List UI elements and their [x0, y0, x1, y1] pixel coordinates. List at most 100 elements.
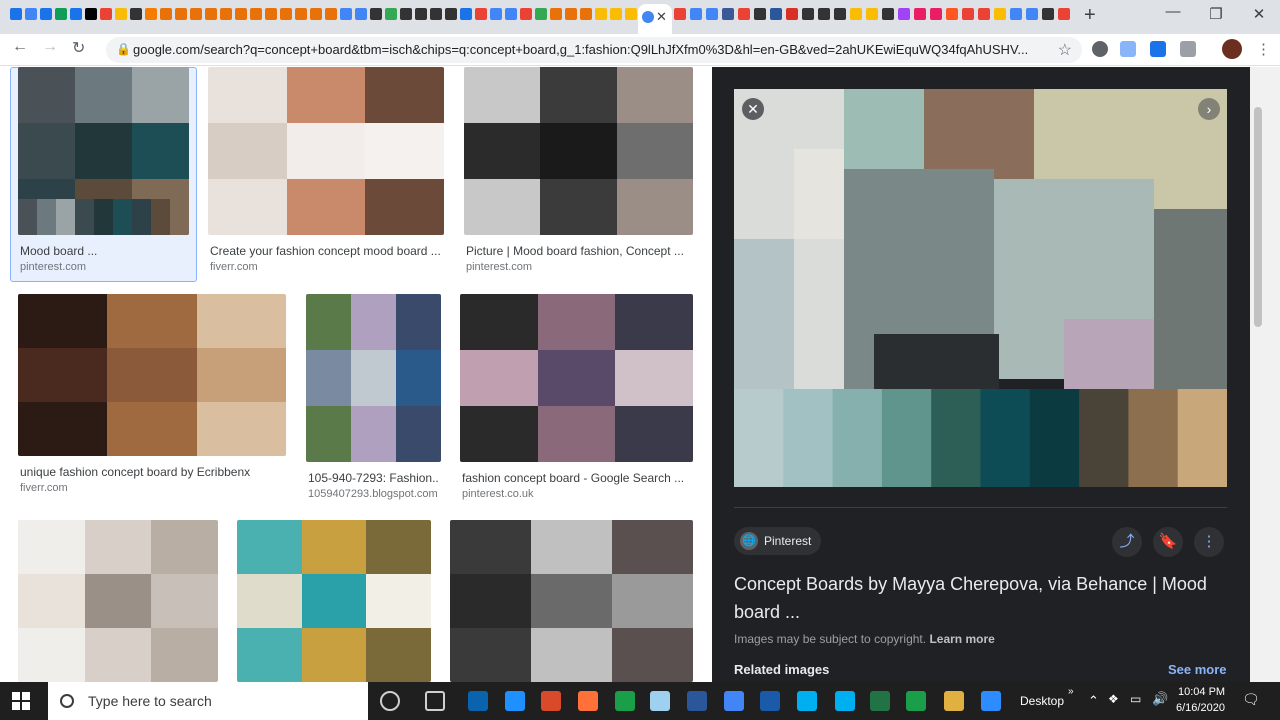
browser-tab[interactable]: [218, 6, 234, 24]
browser-tab[interactable]: [308, 6, 324, 24]
browser-tab[interactable]: [880, 6, 896, 24]
notifications-icon[interactable]: 🗨: [1242, 691, 1260, 708]
taskbar-app-icon[interactable]: [981, 691, 1001, 711]
url-text[interactable]: google.com/search?q=concept+board&tbm=is…: [133, 42, 1053, 57]
taskbar-app-icon[interactable]: [944, 691, 964, 711]
browser-tab[interactable]: [248, 6, 264, 24]
result-thumbnail[interactable]: [18, 67, 189, 235]
result-thumbnail[interactable]: [306, 294, 441, 462]
browser-tab[interactable]: [38, 6, 54, 24]
browser-tab[interactable]: [578, 6, 594, 24]
extension-icon[interactable]: [1092, 41, 1108, 57]
windows-start-icon[interactable]: [12, 692, 30, 710]
browser-tab[interactable]: [203, 6, 219, 24]
browser-tab[interactable]: [608, 6, 624, 24]
browser-tab[interactable]: [1040, 6, 1056, 24]
browser-tab[interactable]: [458, 6, 474, 24]
browser-tab[interactable]: [832, 6, 848, 24]
browser-tab[interactable]: [976, 6, 992, 24]
result-thumbnail[interactable]: [464, 67, 693, 235]
share-button[interactable]: ⤴: [1112, 527, 1142, 557]
browser-tab[interactable]: [992, 6, 1008, 24]
browser-tab[interactable]: [398, 6, 414, 24]
minimize-button[interactable]: —: [1150, 3, 1196, 20]
browser-tab[interactable]: [353, 6, 369, 24]
taskbar-app-icon[interactable]: [724, 691, 744, 711]
browser-tab[interactable]: [503, 6, 519, 24]
reload-button[interactable]: ↻: [72, 38, 85, 58]
browser-tab[interactable]: [428, 6, 444, 24]
profile-avatar[interactable]: [1222, 39, 1242, 59]
browser-tab[interactable]: [960, 6, 976, 24]
taskbar-app-icon[interactable]: [687, 691, 707, 711]
browser-tab[interactable]: [752, 6, 768, 24]
taskbar-app-icon[interactable]: [541, 691, 561, 711]
preview-image[interactable]: [734, 89, 1227, 487]
browser-tab[interactable]: [98, 6, 114, 24]
browser-tab[interactable]: [720, 6, 736, 24]
source-chip[interactable]: 🌐 Pinterest: [734, 527, 822, 555]
result-title[interactable]: Mood board ...: [20, 244, 187, 258]
browser-tab[interactable]: [1056, 6, 1072, 24]
browser-tab[interactable]: [293, 6, 309, 24]
clock-date[interactable]: 6/16/2020: [1176, 702, 1225, 714]
chevron-icon[interactable]: »: [1068, 686, 1074, 697]
browser-tab[interactable]: [768, 6, 784, 24]
maximize-button[interactable]: ❐: [1193, 5, 1239, 23]
taskbar-app-icon[interactable]: [835, 691, 855, 711]
forward-button[interactable]: →: [42, 38, 58, 56]
taskbar-app-icon[interactable]: [906, 691, 926, 711]
browser-tab[interactable]: [113, 6, 129, 24]
extension-icon[interactable]: [1180, 41, 1196, 57]
browser-tab[interactable]: [704, 6, 720, 24]
browser-tab[interactable]: [128, 6, 144, 24]
active-tab[interactable]: ✕: [638, 4, 672, 34]
browser-tab[interactable]: [848, 6, 864, 24]
browser-tab[interactable]: [443, 6, 459, 24]
browser-tab[interactable]: [548, 6, 564, 24]
result-title[interactable]: unique fashion concept board by Ecribben…: [20, 465, 284, 479]
result-thumbnail[interactable]: [208, 67, 444, 235]
volume-icon[interactable]: 🔊: [1152, 691, 1168, 707]
browser-tab[interactable]: [944, 6, 960, 24]
result-title[interactable]: Create your fashion concept mood board .…: [210, 244, 442, 258]
result-title[interactable]: Picture | Mood board fashion, Concept ..…: [466, 244, 691, 258]
more-options-button[interactable]: ⋮: [1194, 527, 1224, 557]
tray-up-arrow-icon[interactable]: ⌃: [1088, 693, 1099, 709]
desktop-label[interactable]: Desktop: [1020, 694, 1064, 708]
result-thumbnail[interactable]: [18, 520, 218, 682]
dropbox-icon[interactable]: ❖: [1108, 692, 1119, 706]
browser-tab[interactable]: [473, 6, 489, 24]
browser-tab[interactable]: [338, 6, 354, 24]
browser-menu-icon[interactable]: ⋮: [1256, 40, 1271, 58]
taskbar-app-icon[interactable]: [425, 691, 445, 711]
browser-tab[interactable]: [83, 6, 99, 24]
close-window-button[interactable]: ✕: [1236, 5, 1280, 23]
taskbar-app-icon[interactable]: [870, 691, 890, 711]
preview-title[interactable]: Concept Boards by Mayya Cherepova, via B…: [734, 570, 1234, 626]
address-bar[interactable]: 🔒 google.com/search?q=concept+board&tbm=…: [106, 37, 1082, 63]
browser-tab[interactable]: [323, 6, 339, 24]
page-scrollbar[interactable]: [1250, 67, 1280, 682]
taskbar-search-box[interactable]: Type here to search: [48, 682, 368, 720]
result-title[interactable]: fashion concept board - Google Search ..…: [462, 471, 691, 485]
learn-more-link[interactable]: Learn more: [929, 632, 994, 646]
browser-tab[interactable]: [816, 6, 832, 24]
browser-tab[interactable]: [173, 6, 189, 24]
browser-tab[interactable]: [736, 6, 752, 24]
taskbar-app-icon[interactable]: [468, 691, 488, 711]
browser-tab[interactable]: [688, 6, 704, 24]
browser-tab[interactable]: [928, 6, 944, 24]
browser-tab[interactable]: [912, 6, 928, 24]
browser-tab[interactable]: [623, 6, 639, 24]
browser-tab[interactable]: [1024, 6, 1040, 24]
result-title[interactable]: 105-940-7293: Fashion...: [308, 471, 439, 485]
browser-tab[interactable]: [896, 6, 912, 24]
back-button[interactable]: ←: [12, 38, 28, 56]
extension-icon[interactable]: [1120, 41, 1136, 57]
taskbar-app-icon[interactable]: [797, 691, 817, 711]
browser-tab[interactable]: [1008, 6, 1024, 24]
extension-icon[interactable]: [1150, 41, 1166, 57]
network-icon[interactable]: ▭: [1130, 692, 1141, 706]
browser-tab[interactable]: [143, 6, 159, 24]
